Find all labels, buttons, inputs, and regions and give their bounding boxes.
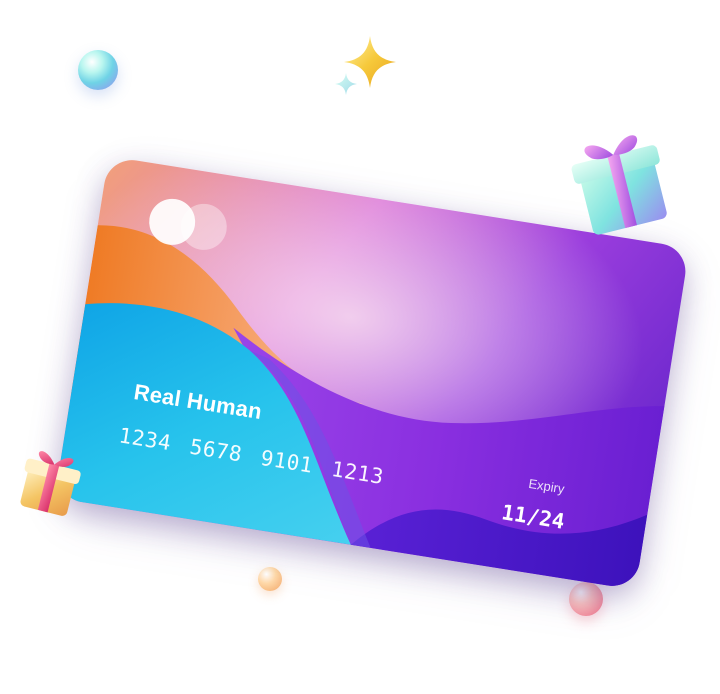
teal-orb bbox=[78, 50, 118, 90]
peach-orb bbox=[258, 567, 282, 591]
gift-icon bbox=[571, 135, 667, 235]
small-sparkle-icon bbox=[335, 73, 357, 95]
scene: Real Human 1234 5678 9101 1213 Expiry 11… bbox=[0, 0, 720, 694]
small-gift-icon bbox=[20, 451, 81, 516]
